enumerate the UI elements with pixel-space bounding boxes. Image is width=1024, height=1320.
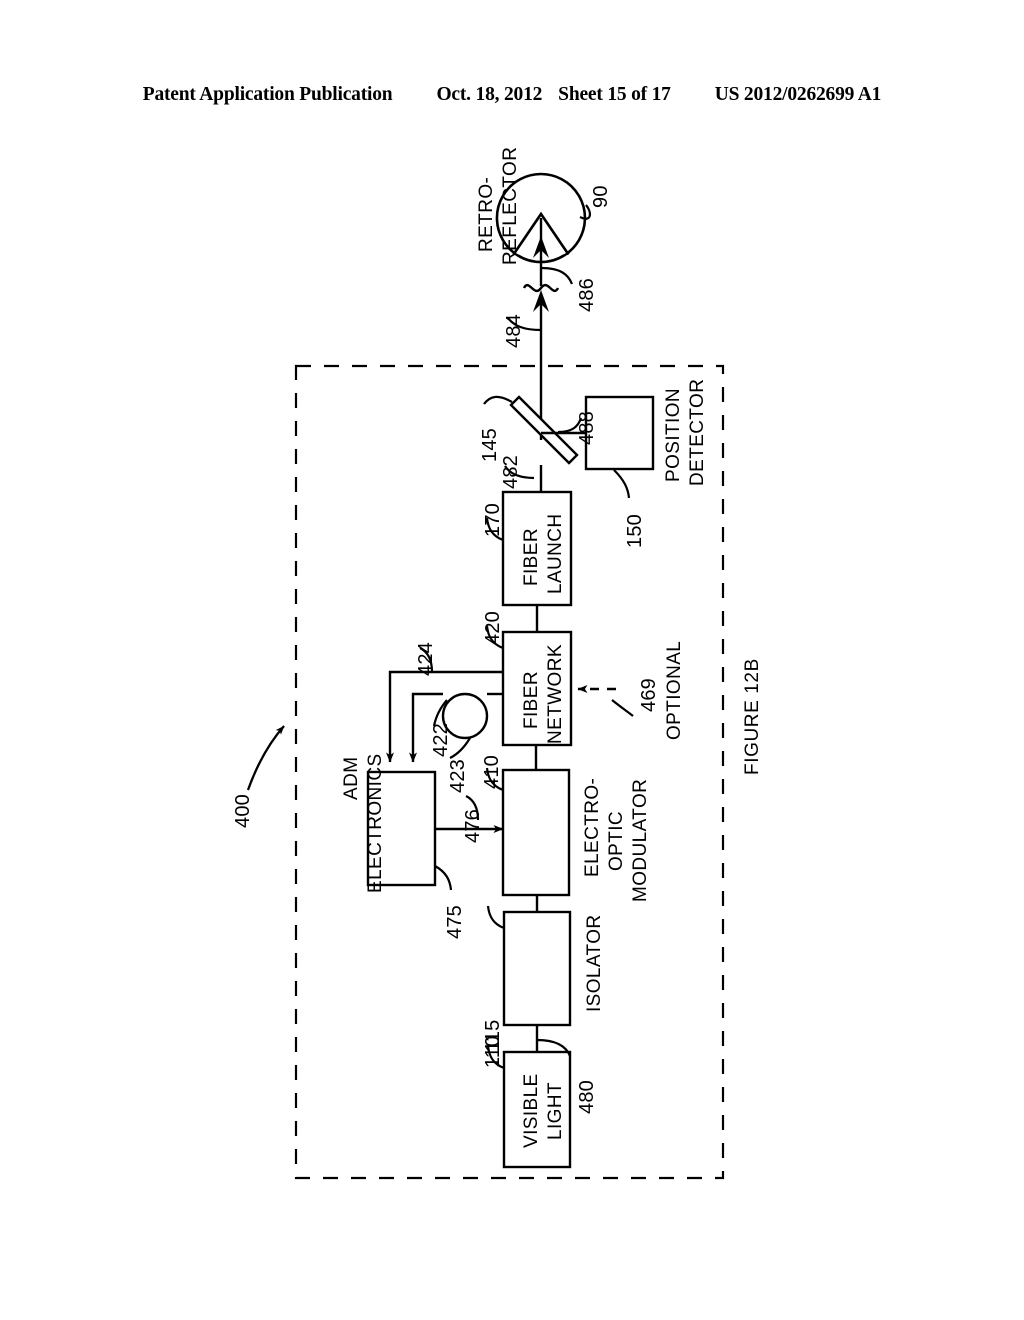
leader-486 (540, 266, 574, 285)
visible-light-label-line1: VISIBLE (521, 1073, 542, 1148)
ref-110: 110 (482, 1035, 504, 1069)
ref-484: 484 (503, 314, 525, 348)
adm-electronics-label-line1: ADM (341, 756, 362, 800)
optional-label: OPTIONAL (664, 640, 685, 740)
modulator-label-line1: ELECTRO- (582, 777, 603, 877)
ref-410: 410 (481, 755, 503, 789)
ref-476: 476 (462, 809, 484, 843)
leader-145 (483, 395, 513, 405)
patent-figure-12b: RETRO- REFLECTOR 90 486 484 145 482 488 … (0, 0, 1024, 1320)
ref-488: 488 (576, 411, 598, 445)
electro-optic-modulator-box (501, 768, 571, 897)
ref-150: 150 (624, 514, 646, 548)
fiber-network-label-line2: NETWORK (545, 644, 566, 744)
fiber-launch-label-line1: FIBER (521, 528, 542, 586)
ref-90: 90 (590, 185, 612, 208)
figure-caption: FIGURE 12B (742, 658, 763, 775)
fiber-launch-label-line2: LAUNCH (545, 513, 566, 594)
ref-482: 482 (500, 455, 522, 489)
retroreflector-label-line1: RETRO- (476, 176, 497, 252)
leader-400 (246, 725, 285, 791)
leader-115 (486, 905, 505, 930)
position-detector-label-line1: POSITION (663, 388, 684, 482)
position-detector-label-line2: DETECTOR (687, 378, 708, 486)
leader-423 (449, 737, 471, 759)
ref-420: 420 (482, 611, 504, 645)
modulator-label-line2: OPTIC (606, 810, 627, 871)
isolator-box (502, 910, 572, 1027)
ref-170: 170 (482, 503, 504, 537)
ref-480: 480 (576, 1080, 598, 1114)
ref-475: 475 (444, 905, 466, 939)
leader-150 (613, 469, 631, 499)
adm-electronics-label-line2: ELECTRONICS (365, 753, 386, 893)
ref-145: 145 (479, 428, 501, 462)
retroreflector-label-line2: REFLECTOR (500, 146, 521, 265)
fiber-network-label-line1: FIBER (521, 671, 542, 729)
ref-422: 422 (430, 723, 452, 757)
visible-light-label-line2: LIGHT (545, 1082, 566, 1140)
ref-486: 486 (576, 278, 598, 312)
modulator-label-line3: MODULATOR (630, 778, 651, 902)
ref-423: 423 (447, 759, 469, 793)
isolator-label: ISOLATOR (584, 914, 605, 1012)
leader-475 (434, 865, 453, 891)
ref-424: 424 (415, 642, 437, 676)
ref-469: 469 (638, 678, 660, 712)
ref-400: 400 (232, 794, 254, 828)
optional-input-469 (577, 685, 634, 717)
